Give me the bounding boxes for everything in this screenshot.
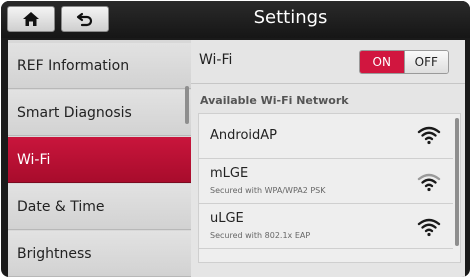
- device-screen: Settings REF Information Smart Diagnosis…: [1, 1, 470, 277]
- network-security: Secured with 802.1x EAP: [210, 231, 311, 240]
- network-security: Secured with WPA/WPA2 PSK: [210, 186, 326, 195]
- sidebar-item-label: Date & Time: [17, 198, 105, 215]
- back-icon: [76, 12, 93, 27]
- network-item-mlge[interactable]: mLGE Secured with WPA/WPA2 PSK: [199, 159, 453, 204]
- wifi-signal-icon: [417, 173, 441, 192]
- wifi-off-button[interactable]: OFF: [403, 51, 448, 73]
- back-button[interactable]: [61, 6, 109, 32]
- sidebar-item-wifi[interactable]: Wi-Fi: [8, 137, 191, 183]
- sidebar-item-label: Wi-Fi: [17, 151, 51, 168]
- wifi-on-button[interactable]: ON: [360, 51, 404, 73]
- wifi-signal-icon: [417, 218, 441, 237]
- wifi-signal-icon: [417, 126, 441, 145]
- sidebar-scrollbar[interactable]: [185, 86, 189, 124]
- sidebar-item-ref-information[interactable]: REF Information: [8, 43, 191, 89]
- wifi-label: Wi-Fi: [199, 52, 233, 68]
- network-item-androidap[interactable]: AndroidAP: [199, 114, 453, 159]
- sidebar-item-brightness[interactable]: Brightness: [8, 231, 191, 277]
- sidebar-item-label: REF Information: [17, 57, 130, 74]
- settings-sidebar: REF Information Smart Diagnosis Wi-Fi Da…: [8, 40, 191, 277]
- available-networks-heading: Available Wi-Fi Network: [200, 94, 349, 107]
- network-item-ulge[interactable]: uLGE Secured with 802.1x EAP: [199, 204, 453, 249]
- sidebar-item-label: Brightness: [17, 245, 92, 262]
- network-list-scrollbar[interactable]: [455, 118, 459, 246]
- sidebar-item-smart-diagnosis[interactable]: Smart Diagnosis: [8, 90, 191, 136]
- network-list: AndroidAP mLGE Secured with WPA/WPA2 PSK: [198, 113, 461, 263]
- network-name: mLGE: [210, 166, 249, 181]
- network-name: uLGE: [210, 211, 244, 226]
- sidebar-item-label: Smart Diagnosis: [17, 104, 132, 121]
- wifi-settings-panel: Wi-Fi ON OFF Available Wi-Fi Network And…: [191, 40, 465, 277]
- wifi-toggle[interactable]: ON OFF: [359, 50, 449, 74]
- wifi-toggle-row: Wi-Fi ON OFF: [191, 40, 465, 84]
- sidebar-item-date-time[interactable]: Date & Time: [8, 184, 191, 230]
- home-icon: [23, 12, 39, 26]
- network-name: AndroidAP: [210, 128, 277, 143]
- home-button[interactable]: [7, 6, 55, 32]
- page-title: Settings: [253, 7, 328, 28]
- header-bar: Settings: [1, 1, 470, 38]
